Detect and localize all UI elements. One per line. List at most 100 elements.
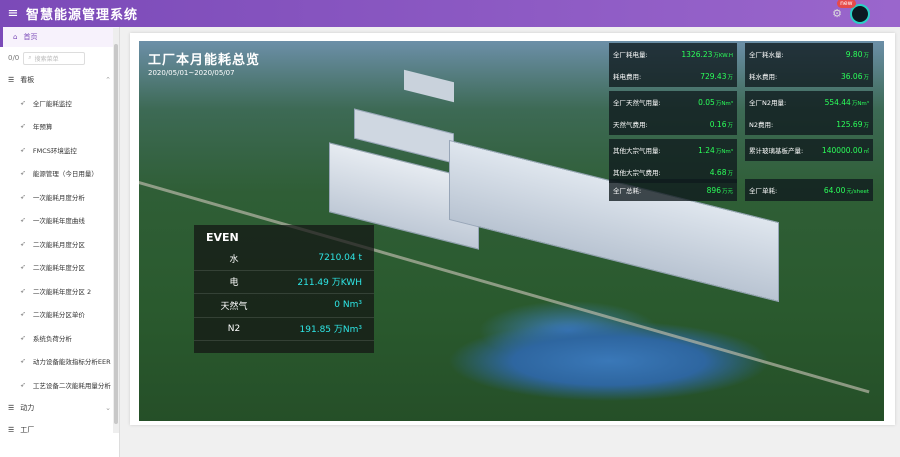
send-icon: ➶: [20, 357, 26, 366]
sidebar-search: 0/0 ⌕ 搜索菜单: [0, 47, 119, 69]
main-panel: 工厂本月能耗总览 2020/05/01~2020/05/07 EVEN 水 721…: [130, 33, 895, 425]
sidebar-item-label: 工艺设备二次能耗用量分析: [32, 381, 111, 390]
sidebar-item-label: 二次能耗分区单价: [32, 311, 85, 320]
stat-unit: 万元: [721, 188, 733, 195]
stat-value: 0.05: [698, 97, 715, 107]
board-icon: ☰: [8, 76, 15, 84]
app-header: ≡ 智慧能源管理系统 ⚙ new: [0, 0, 900, 27]
send-icon: ➶: [20, 98, 26, 107]
search-icon: ⌕: [28, 54, 32, 61]
home-icon: ⌂: [13, 33, 18, 41]
sidebar-item-label: 能源管理（今日用量）: [32, 170, 98, 179]
stat-unit: 万: [863, 122, 869, 129]
stat-label: 其他大宗气费用:: [613, 169, 661, 177]
sidebar-item[interactable]: ➶ 一次能耗月度分析: [0, 185, 119, 209]
stat-value: 0.16: [709, 119, 727, 129]
stat-card-water: 全厂耗水量: 9.80万 耗水费用: 36.06万: [745, 43, 873, 87]
stat-value: 9.80: [845, 49, 863, 59]
stat-value: 896: [706, 185, 721, 195]
stat-label: 全厂单耗:: [749, 187, 778, 195]
even-row: 天然气 0 Nm³: [194, 294, 374, 318]
sidebar-item[interactable]: ➶ 工艺设备二次能耗用量分析: [0, 373, 119, 397]
sidebar-item-label: 全厂能耗监控: [32, 99, 72, 108]
stat-unit: 万: [727, 170, 733, 177]
stat-label: 全厂耗水量:: [749, 51, 784, 59]
send-icon: ➶: [20, 333, 26, 342]
even-title: EVEN: [206, 231, 239, 244]
scrollbar-thumb[interactable]: [114, 44, 118, 424]
sidebar: ⌂ 首页 0/0 ⌕ 搜索菜单 ☰ 看板 ⌃ ➶ 全厂能耗监控 ➶ 年预算 ➶ FMCS环…: [0, 27, 120, 457]
power-icon: ☰: [8, 403, 15, 412]
sidebar-group-label: 工厂: [20, 425, 35, 434]
sidebar-item-label: 一次能耗月度分析: [32, 193, 85, 202]
stat-value: 554.44: [824, 97, 851, 107]
sidebar-item[interactable]: ➶ 二次能耗分区单价: [0, 303, 119, 327]
stat-unit: 万Nm³: [715, 100, 733, 107]
stat-value: 729.43: [700, 71, 727, 81]
stat-card-total: 全厂总耗: 896万元: [609, 179, 737, 201]
stat-label: 耗电费用:: [613, 73, 642, 81]
sidebar-group-label: 动力: [20, 403, 35, 412]
stat-unit: 万: [727, 74, 733, 81]
stat-label: 全厂总耗:: [613, 187, 642, 195]
even-panel: EVEN 水 7210.04 t 电 211.49 万KWH 天然气 0 Nm³ N2…: [194, 225, 374, 353]
sidebar-item[interactable]: ➶ 全厂能耗监控: [0, 91, 119, 115]
stat-label: 累计玻璃基板产量:: [749, 147, 804, 155]
sidebar-item[interactable]: ➶ 系统负荷分析: [0, 326, 119, 350]
sidebar-group-board[interactable]: ☰ 看板 ⌃: [0, 69, 119, 91]
stat-label: N2费用:: [749, 121, 774, 129]
sidebar-scrollbar[interactable]: [113, 28, 119, 433]
app-title: 智慧能源管理系统: [26, 8, 139, 23]
search-count: 0/0: [8, 54, 20, 62]
factory-aerial-image: 工厂本月能耗总览 2020/05/01~2020/05/07 EVEN 水 721…: [139, 41, 884, 421]
stat-unit: 万: [863, 52, 869, 59]
stat-label: 天然气费用:: [613, 121, 648, 129]
date-range: 2020/05/01~2020/05/07: [148, 69, 235, 77]
stat-value: 140000.00: [821, 145, 863, 155]
sidebar-item-label: 二次能耗年度分区: [32, 264, 85, 273]
sidebar-item[interactable]: ➶ 二次能耗年度分区: [0, 256, 119, 280]
chevron-down-icon: ⌄: [105, 403, 111, 412]
sidebar-item[interactable]: ➶ 一次能耗年度曲线: [0, 209, 119, 233]
send-icon: ➶: [20, 169, 26, 178]
stat-unit: 万KW.H: [713, 52, 733, 59]
sidebar-item[interactable]: ➶ 动力设备能效指标分析EER: [0, 350, 119, 374]
stat-value: 4.68: [709, 167, 727, 177]
even-label: 电: [229, 278, 239, 289]
search-input[interactable]: ⌕ 搜索菜单: [23, 51, 86, 65]
stat-label: 其他大宗气用量:: [613, 147, 661, 155]
sidebar-item[interactable]: ➶ 能源管理（今日用量）: [0, 162, 119, 186]
stat-card-gas: 全厂天然气用量: 0.05万Nm³ 天然气费用: 0.16万: [609, 91, 737, 135]
stat-card-glass: 累计玻璃基板产量: 140000.00㎡: [745, 139, 873, 161]
sidebar-group-label: 看板: [20, 76, 35, 84]
stat-value: 1326.23: [681, 49, 713, 59]
sidebar-item[interactable]: ➶ 二次能耗年度分区 2: [0, 279, 119, 303]
sidebar-item[interactable]: ➶ 二次能耗月度分区: [0, 232, 119, 256]
sidebar-item[interactable]: ➶ FMCS环境监控: [0, 138, 119, 162]
sidebar-item-home[interactable]: ⌂ 首页: [0, 27, 119, 47]
sidebar-group-power[interactable]: ☰ 动力 ⌄: [0, 397, 119, 419]
even-value: 191.85 万Nm³: [299, 325, 362, 336]
page-title: 工厂本月能耗总览: [148, 53, 261, 68]
even-value: 211.49 万KWH: [297, 278, 362, 289]
stat-value: 36.06: [841, 71, 863, 81]
stat-unit: 万Nm³: [851, 100, 869, 107]
even-row: 电 211.49 万KWH: [194, 271, 374, 294]
even-row: N2 191.85 万Nm³: [194, 318, 374, 341]
send-icon: ➶: [20, 145, 26, 154]
even-row: 水 7210.04 t: [194, 247, 374, 271]
search-placeholder: 搜索菜单: [34, 55, 59, 63]
stat-value: 125.69: [836, 119, 863, 129]
sidebar-item-label: 动力设备能效指标分析EER: [32, 358, 111, 367]
menu-icon[interactable]: ≡: [0, 6, 26, 21]
even-label: 天然气: [220, 301, 248, 312]
building-shape: [404, 69, 454, 103]
stat-unit: 万: [863, 74, 869, 81]
send-icon: ➶: [20, 216, 26, 225]
sidebar-item[interactable]: ➶ 年预算: [0, 115, 119, 139]
stat-unit: ㎡: [863, 148, 869, 155]
notification-icon[interactable]: ⚙ new: [832, 0, 856, 20]
sidebar-group-factory[interactable]: ☰ 工厂: [0, 419, 119, 441]
stat-label: 全厂耗电量:: [613, 51, 648, 59]
even-value: 0 Nm³: [334, 300, 362, 311]
